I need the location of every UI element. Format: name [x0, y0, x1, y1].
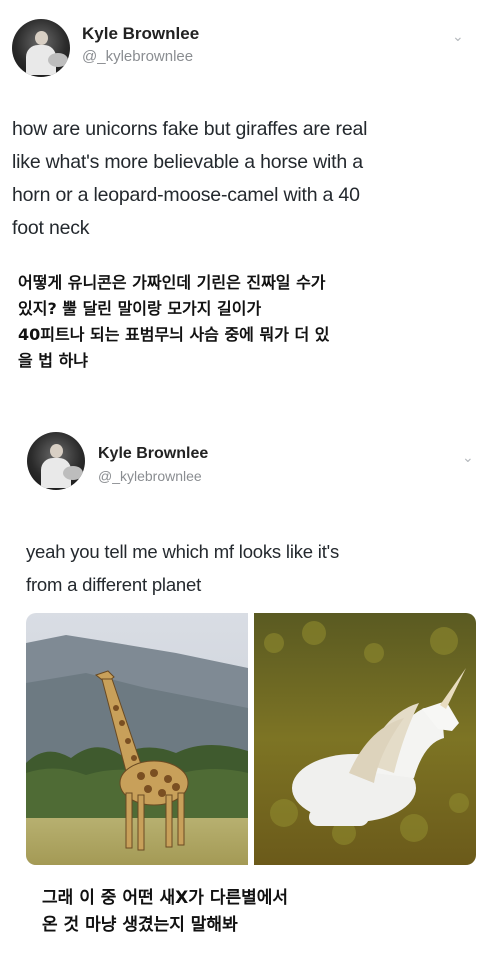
- author-handle[interactable]: @_kylebrownlee: [98, 468, 202, 484]
- translation-line: 그래 이 중 어떤 새X가 다른별에서: [42, 888, 289, 908]
- chevron-down-icon[interactable]: ⌄: [462, 449, 474, 466]
- translation-line: 온 것 마냥 생겼는지 말해봐: [42, 915, 238, 935]
- author-name[interactable]: Kyle Brownlee: [98, 445, 208, 463]
- translation-text: 어떻게 유니콘은 가짜인데 기린은 진짜일 수가 있지? 뿔 달린 말이랑 모가…: [18, 270, 488, 374]
- tweet-2: Kyle Brownlee @_kylebrownlee ⌄ yeah you …: [0, 415, 500, 966]
- tweet-text-line: how are unicorns fake but giraffes are r…: [12, 118, 368, 140]
- tweet-text-line: yeah you tell me which mf looks like it'…: [26, 541, 340, 562]
- translation-line: 어떻게 유니콘은 가짜인데 기린은 진짜일 수가: [18, 273, 326, 292]
- tweet-text-line: horn or a leopard-moose-camel with a 40: [12, 184, 360, 206]
- tweet-text: how are unicorns fake but giraffes are r…: [12, 113, 488, 245]
- author-handle[interactable]: @_kylebrownlee: [82, 48, 193, 65]
- avatar[interactable]: [27, 432, 85, 490]
- tweet-text-line: from a different planet: [26, 574, 202, 595]
- tweet-text-line: like what's more believable a horse with…: [12, 151, 363, 173]
- chevron-down-icon[interactable]: ⌄: [452, 28, 464, 45]
- translation-text: 그래 이 중 어떤 새X가 다른별에서 온 것 마냥 생겼는지 말해봐: [42, 885, 500, 939]
- translation-line: 있지? 뿔 달린 말이랑 모가지 길이가: [18, 299, 262, 318]
- author-name[interactable]: Kyle Brownlee: [82, 24, 199, 44]
- tweet-1: Kyle Brownlee @_kylebrownlee ⌄ how are u…: [0, 0, 500, 415]
- unicorn-image[interactable]: [254, 613, 476, 865]
- tweet-text-line: foot neck: [12, 217, 90, 239]
- translation-line: 40피트나 되는 표범무늬 사슴 중에 뭐가 더 있: [18, 325, 330, 344]
- tweet-text: yeah you tell me which mf looks like it'…: [26, 535, 486, 601]
- giraffe-image[interactable]: [26, 613, 248, 865]
- avatar[interactable]: [12, 19, 70, 77]
- translation-line: 을 법 하냐: [18, 351, 89, 370]
